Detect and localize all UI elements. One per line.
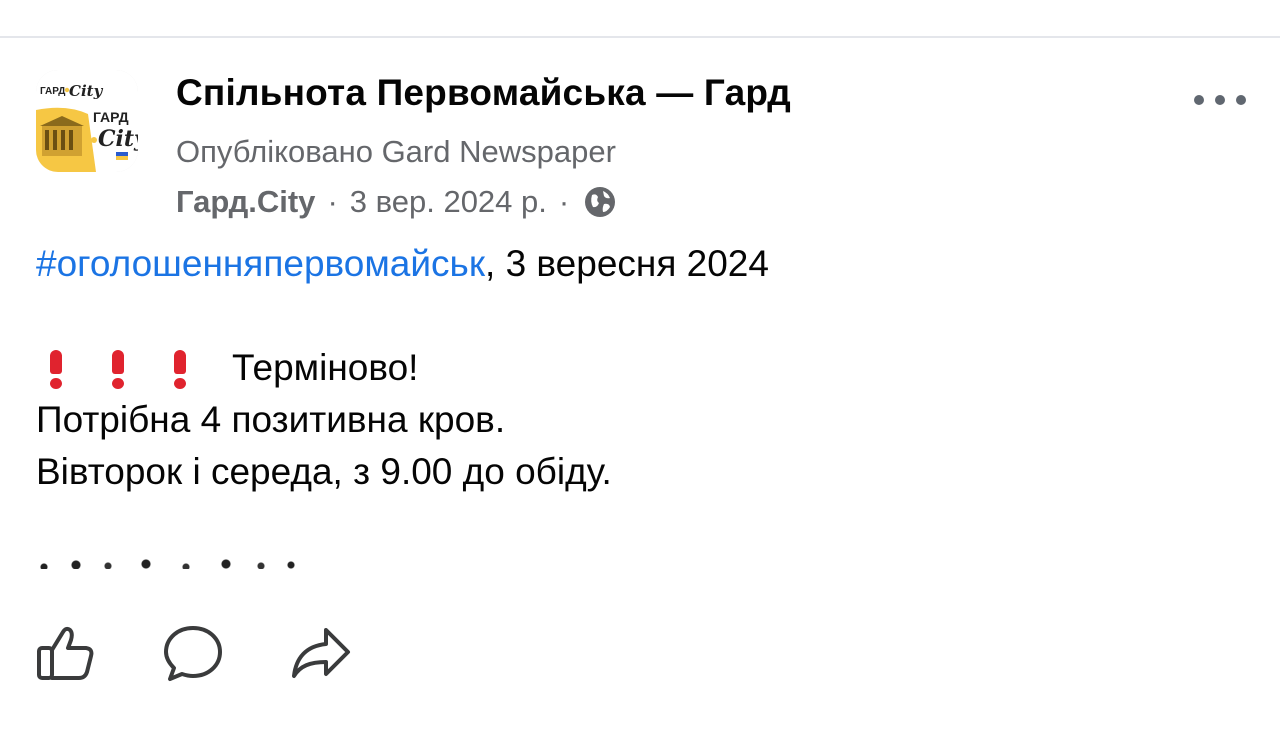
svg-text:ГАРД: ГАРД [40, 86, 65, 97]
share-icon[interactable] [290, 622, 352, 684]
svg-text:City: City [69, 82, 104, 100]
group-name[interactable]: Спільнота Первомайська — Гард [176, 72, 791, 114]
svg-text:City: City [98, 126, 138, 152]
schedule-line: Вівторок і середа, з 9.00 до обіду. [36, 451, 612, 492]
gard-city-logo: ГАРД City ГАРД City [36, 70, 138, 172]
post-meta: Гард.City · 3 вер. 2024 р. · [176, 182, 617, 222]
globe-icon [583, 185, 617, 219]
published-by[interactable]: Опубліковано Gard Newspaper [176, 134, 616, 170]
post-header: ГАРД City ГАРД City Спільнота Первомайсь… [36, 70, 1246, 220]
urgent-label: Терміново! [232, 347, 419, 388]
page-name-link[interactable]: Гард.City [176, 184, 315, 220]
hashtag-suffix: , 3 вересня 2024 [485, 243, 769, 284]
post-date[interactable]: 3 вер. 2024 р. [350, 184, 547, 220]
exclamation-icon [36, 342, 98, 394]
redacted-phone-number [36, 555, 296, 587]
svg-text:ГАРД: ГАРД [93, 109, 129, 125]
meta-separator-2: · [558, 184, 570, 219]
urgent-line: Терміново! [36, 342, 1236, 394]
top-divider [0, 36, 1280, 38]
blood-type-line: Потрібна 4 позитивна кров. [36, 399, 506, 440]
hashtag-link[interactable]: #оголошенняпервомайськ [36, 243, 485, 284]
comment-icon[interactable] [162, 622, 224, 684]
post-body: #оголошенняпервомайськ, 3 вересня 2024 Т… [36, 238, 1236, 498]
hashtag-line: #оголошенняпервомайськ, 3 вересня 2024 [36, 238, 1236, 290]
exclamation-icon [98, 342, 160, 394]
group-avatar[interactable]: ГАРД City ГАРД City [36, 70, 138, 172]
more-horizontal-icon[interactable] [1194, 88, 1246, 112]
like-icon[interactable] [36, 622, 98, 684]
meta-separator: · [327, 184, 338, 219]
exclamation-icon [160, 342, 222, 394]
